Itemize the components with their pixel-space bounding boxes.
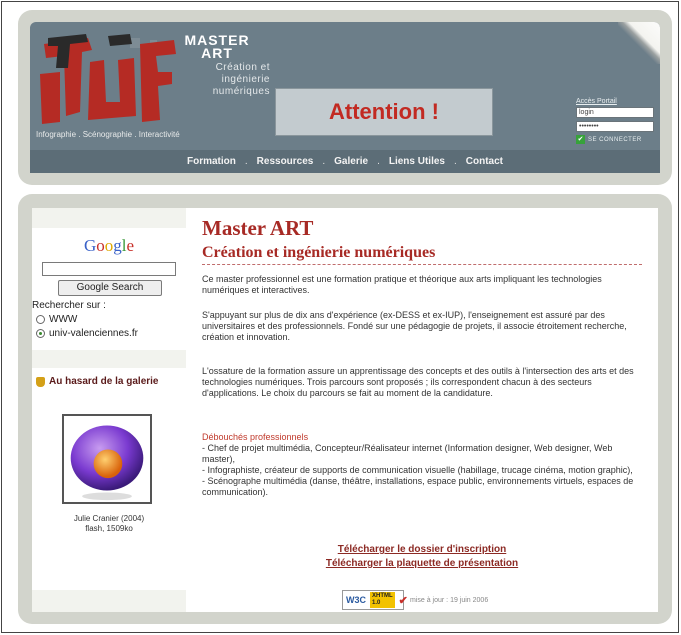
- title-divider: [202, 264, 642, 265]
- gallery-thumbnail[interactable]: [62, 414, 152, 504]
- gallery-year: (2004): [121, 514, 145, 523]
- banner: Infographie . Scénographie . Interactivi…: [30, 22, 660, 150]
- nav-item-formation[interactable]: Formation: [178, 156, 245, 167]
- gallery-author: Julie Cranier: [73, 514, 119, 523]
- xhtml-label: XHTML 1.0: [370, 592, 395, 608]
- page-curl: [618, 22, 660, 64]
- page-subtitle: Création et ingénierie numériques: [202, 244, 436, 261]
- last-updated: mise à jour : 19 juin 2006: [410, 596, 489, 604]
- gallery-title: Au hasard de la galerie: [36, 376, 159, 387]
- attention-box: Attention !: [275, 88, 493, 136]
- main-content: Master ART Création et ingénierie numéri…: [186, 208, 658, 612]
- nav-item-contact[interactable]: Contact: [457, 156, 512, 167]
- search-scope-label: Rechercher sur :: [32, 300, 106, 311]
- gallery-artwork-icon: [70, 425, 144, 501]
- debouches-item: - Chef de projet multimédia, Concepteur/…: [202, 443, 613, 464]
- google-logo: Google: [83, 236, 135, 255]
- main-nav: Formation . Ressources . Galerie . Liens…: [30, 150, 660, 173]
- login-portal: Accès Portail login •••••••• ✔ SE CONNEC…: [576, 98, 656, 144]
- w3c-logo: W3C: [346, 595, 366, 605]
- radio-univ[interactable]: univ-valenciennes.fr: [36, 328, 138, 339]
- trophy-icon: [36, 376, 45, 387]
- page-frame: Infographie . Scénographie . Interactivi…: [1, 1, 679, 633]
- download-inscription-link[interactable]: Télécharger le dossier d'inscription: [186, 544, 658, 555]
- page-title: Master ART: [202, 216, 314, 240]
- google-search-button[interactable]: Google Search: [58, 280, 162, 296]
- gallery-caption: Julie Cranier (2004) flash, 1509ko: [32, 514, 186, 534]
- formation-paragraph: L'ossature de la formation assure un app…: [202, 366, 634, 398]
- connect-button[interactable]: ✔ SE CONNECTER: [576, 135, 656, 144]
- gallery-title-text: Au hasard de la galerie: [49, 376, 159, 387]
- logo-subtitle: Infographie . Scénographie . Interactivi…: [36, 130, 180, 139]
- gallery-box: Au hasard de la galerie Julie Cranier (2…: [32, 368, 186, 590]
- debouches-title: Débouchés professionnels: [202, 432, 309, 442]
- radio-www[interactable]: WWW: [36, 314, 77, 325]
- nav-item-ressources[interactable]: Ressources: [248, 156, 323, 167]
- master-subtitle: Création et ingénierie numériques: [212, 62, 270, 97]
- radio-www-label: WWW: [49, 314, 78, 325]
- check-icon: ✔: [576, 135, 585, 144]
- intro-paragraph: Ce master professionnel est une formatio…: [202, 274, 602, 295]
- radio-univ-label: univ-valenciennes.fr: [49, 328, 138, 339]
- debouches-item: - Infographiste, créateur de supports de…: [202, 465, 633, 475]
- portal-link[interactable]: Accès Portail: [576, 98, 656, 105]
- password-input[interactable]: ••••••••: [576, 121, 654, 132]
- art-logo[interactable]: [38, 32, 178, 128]
- debouches-item: - Scénographe multimédia (danse, théâtre…: [202, 476, 634, 497]
- google-search-box: Google Google Search Rechercher sur : WW…: [32, 228, 186, 350]
- google-search-input[interactable]: [42, 262, 176, 276]
- nav-item-galerie[interactable]: Galerie: [325, 156, 377, 167]
- attention-text: Attention !: [329, 99, 439, 124]
- checkmark-icon: ✔: [398, 594, 408, 607]
- gallery-info: flash, 1509ko: [85, 524, 133, 533]
- header: Infographie . Scénographie . Interactivi…: [18, 10, 672, 185]
- radio-button[interactable]: [36, 315, 45, 324]
- w3c-xhtml-badge[interactable]: W3C XHTML 1.0 ✔: [342, 590, 408, 610]
- connect-label: SE CONNECTER: [588, 136, 642, 143]
- debouches-section: Débouchés professionnels - Chef de proje…: [202, 432, 642, 498]
- experience-paragraph: S'appuyant sur plus de dix ans d'expérie…: [202, 310, 627, 342]
- login-input[interactable]: login: [576, 107, 654, 118]
- master-title: MASTER ART: [184, 32, 250, 61]
- content-area: Google Google Search Rechercher sur : WW…: [18, 194, 672, 624]
- footer-badges: W3C XHTML 1.0 ✔ mise à jour : 19 juin 20…: [342, 590, 488, 610]
- sidebar: Google Google Search Rechercher sur : WW…: [32, 208, 186, 612]
- radio-button-selected[interactable]: [36, 329, 45, 338]
- nav-item-liens-utiles[interactable]: Liens Utiles: [380, 156, 454, 167]
- download-brochure-link[interactable]: Télécharger la plaquette de présentation: [186, 558, 658, 569]
